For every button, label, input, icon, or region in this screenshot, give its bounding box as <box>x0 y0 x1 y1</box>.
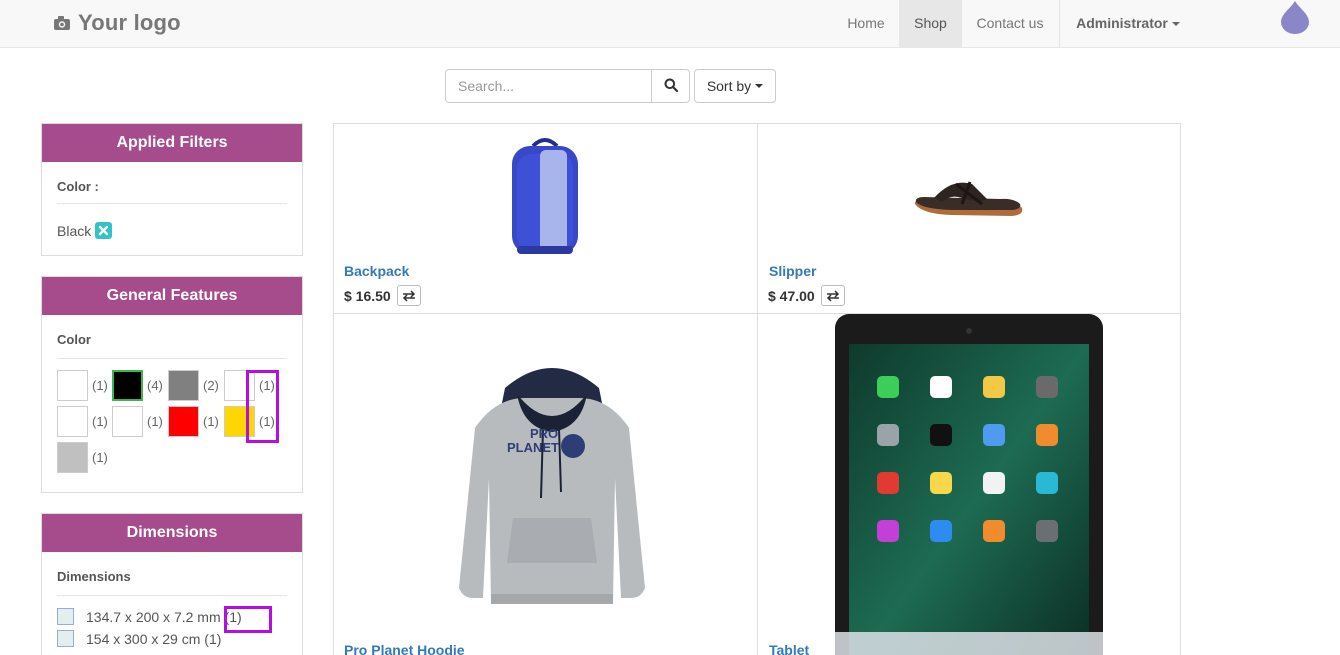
sort-label: Sort by <box>706 78 752 94</box>
color-swatch-option[interactable]: (2) <box>168 370 219 401</box>
product-price: $ 16.50 <box>344 285 421 306</box>
grid-divider <box>757 123 758 655</box>
color-swatch-option[interactable]: (1) <box>168 406 219 437</box>
color-swatch-option[interactable]: (1) <box>57 370 108 401</box>
checkbox[interactable] <box>57 630 74 647</box>
svg-text:PLANET: PLANET <box>507 440 559 455</box>
nav-contact-us[interactable]: Contact us <box>966 0 1054 47</box>
color-swatch[interactable] <box>112 406 143 437</box>
color-swatch-option[interactable]: (1) <box>112 406 163 437</box>
color-swatch-option[interactable]: (4) <box>112 370 163 401</box>
applied-filters-panel: Applied Filters Color : Black <box>41 123 303 256</box>
dimensions-panel: Dimensions Dimensions 134.7 x 200 x 7.2 … <box>41 513 303 655</box>
compare-button[interactable] <box>396 285 421 306</box>
droplet-icon[interactable] <box>1278 0 1312 36</box>
tablet-image[interactable] <box>835 314 1103 655</box>
search-input[interactable] <box>445 69 652 103</box>
divider <box>57 595 287 596</box>
applied-filter-chip: Black <box>57 222 113 239</box>
brand-logo[interactable]: Your logo <box>52 8 181 38</box>
product-price: $ 47.00 <box>768 285 845 306</box>
swatch-count: (4) <box>147 378 163 393</box>
price-value: $ 47.00 <box>768 287 815 304</box>
top-navbar: Your logo Home Shop Contact us Administr… <box>0 0 1340 48</box>
highlight-annotation <box>246 370 279 443</box>
swatch-count: (2) <box>203 378 219 393</box>
exchange-icon <box>402 289 415 302</box>
slipper-image[interactable] <box>912 174 1024 222</box>
backpack-image[interactable]: adidas <box>446 36 585 258</box>
dimension-count: (1) <box>204 630 222 647</box>
filter-group-label: Color : <box>57 179 99 194</box>
panel-title: General Features <box>42 277 302 315</box>
panel-title: Dimensions <box>42 514 302 552</box>
product-name-link[interactable]: Pro Planet Hoodie <box>344 642 465 655</box>
caret-down-icon <box>1171 22 1180 27</box>
dimension-option[interactable]: 154 x 300 x 29 cm (1) <box>57 630 221 647</box>
swatch-count: (1) <box>92 378 108 393</box>
search-button[interactable] <box>651 69 690 103</box>
color-swatch[interactable] <box>112 370 143 401</box>
product-name-link[interactable]: Tablet <box>769 642 809 655</box>
nav-divider <box>1059 0 1060 47</box>
nav-administrator-menu[interactable]: Administrator <box>1066 0 1190 47</box>
swatch-count: (1) <box>203 414 219 429</box>
nav-home[interactable]: Home <box>836 0 896 47</box>
compare-button[interactable] <box>820 285 845 306</box>
color-swatch[interactable] <box>57 370 88 401</box>
price-value: $ 16.50 <box>344 287 391 304</box>
caret-down-icon <box>755 84 764 88</box>
swatch-count: (1) <box>92 414 108 429</box>
exchange-icon <box>826 289 839 302</box>
dimension-label: 134.7 x 200 x 7.2 mm <box>86 608 221 625</box>
color-swatch[interactable] <box>57 406 88 437</box>
camera-icon <box>52 13 72 33</box>
panel-title: Applied Filters <box>42 124 302 162</box>
product-name-link[interactable]: Slipper <box>769 263 816 279</box>
swatch-count: (1) <box>92 450 108 465</box>
chip-label: Black <box>57 222 92 239</box>
divider <box>57 203 287 204</box>
color-swatch-option[interactable]: (1) <box>57 442 108 473</box>
swatch-count: (1) <box>147 414 163 429</box>
logo-text: Your logo <box>78 10 181 35</box>
dimension-label: 154 x 300 x 29 cm <box>86 630 201 647</box>
nav-shop[interactable]: Shop <box>899 0 962 47</box>
color-swatch[interactable] <box>168 370 199 401</box>
color-swatch[interactable] <box>168 406 199 437</box>
attribute-label: Color <box>57 332 91 347</box>
search-icon <box>664 78 678 95</box>
svg-text:PRO: PRO <box>530 426 558 441</box>
remove-filter-icon[interactable] <box>95 222 113 239</box>
color-swatch-option[interactable]: (1) <box>57 406 108 437</box>
color-swatch[interactable] <box>57 442 88 473</box>
attribute-label: Dimensions <box>57 569 131 584</box>
checkbox[interactable] <box>57 608 74 625</box>
product-name-link[interactable]: Backpack <box>344 263 409 279</box>
highlight-annotation <box>224 606 272 633</box>
admin-label: Administrator <box>1076 15 1168 31</box>
sort-by-dropdown[interactable]: Sort by <box>694 69 776 103</box>
divider <box>57 358 287 359</box>
dimension-option[interactable]: 134.7 x 200 x 7.2 mm (1) <box>57 608 242 625</box>
hoodie-image[interactable]: PRO PLANET <box>455 358 649 612</box>
